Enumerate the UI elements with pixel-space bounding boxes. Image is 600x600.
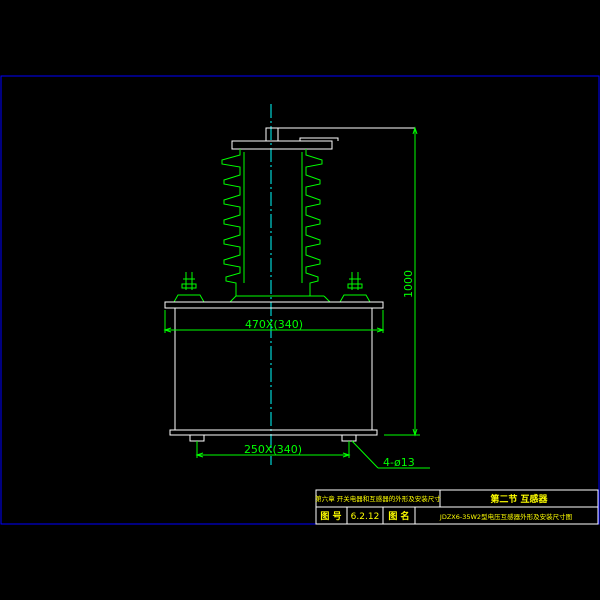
top-terminal [231,127,415,150]
chapter-title: 第六章 开关电器和互感器的外形及安装尺寸 [315,494,441,503]
base-dimension-label: 250X(340) [244,443,302,456]
holes-label: 4-ø13 [383,456,415,469]
height-dimension-label: 1000 [402,270,415,298]
secondary-bushing-right [339,272,371,303]
figure-no: 6.2.12 [351,512,380,522]
figure-no-label: 图 号 [320,511,341,522]
figure-name-label: 图 名 [388,510,409,522]
drawing-canvas: 1000 470X(340) 250X(340) 4-ø13 第六章 开关电器和… [0,75,600,525]
secondary-bushing-left [173,272,205,303]
section-title: 第二节 互感器 [490,493,548,505]
figure-name: JDZX6-35W2型电压互感器外形及安装尺寸图 [439,512,572,521]
drawing-frame [0,75,600,525]
insulator-sheds [221,149,331,303]
width-dimension-label: 470X(340) [245,318,303,331]
